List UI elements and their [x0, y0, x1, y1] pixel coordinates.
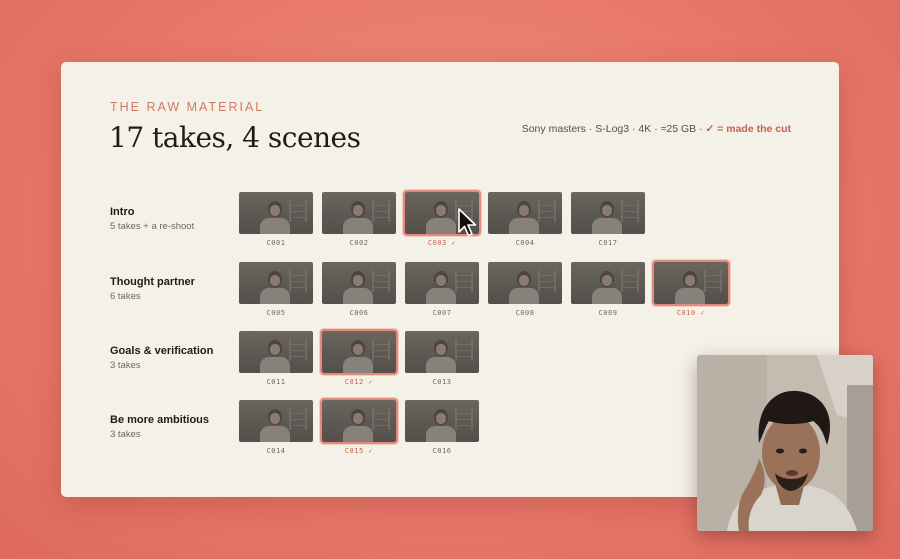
presenter-video: [697, 355, 873, 531]
scene-label: Intro 5 takes + a re-shoot: [110, 206, 194, 232]
clip-code: C002: [349, 239, 369, 247]
scene-name: Be more ambitious: [110, 414, 210, 426]
scene-take-count: 5 takes + a re-shoot: [110, 221, 195, 232]
clip-preview[interactable]: [405, 262, 479, 304]
clip-thumbnail[interactable]: C014: [239, 400, 313, 455]
clip-code: C004: [515, 239, 535, 247]
clip-code: C001: [266, 239, 286, 247]
clip-preview[interactable]: [320, 398, 398, 444]
clip-thumbnail[interactable]: C015 ✓: [320, 398, 398, 455]
slide-title: 17 takes, 4 scenes: [109, 121, 361, 154]
clip-thumbnail[interactable]: C016: [405, 400, 479, 455]
clip-thumbnail[interactable]: C001: [239, 192, 313, 247]
mouse-pointer-icon: [458, 208, 477, 237]
clip-preview[interactable]: [322, 192, 396, 234]
clip-code: C009: [598, 309, 618, 317]
clip-code: C017: [598, 239, 618, 247]
scene-label: Goals & verification 3 takes: [110, 345, 213, 371]
clip-thumbnail[interactable]: C012 ✓: [320, 329, 398, 386]
scene-label: Be more ambitious 3 takes: [110, 414, 209, 440]
clip-code: C016: [432, 447, 452, 455]
clip-preview[interactable]: [320, 329, 398, 375]
clip-preview[interactable]: [571, 262, 645, 304]
clip-code: C003 ✓: [427, 239, 457, 247]
clip-preview[interactable]: [322, 262, 396, 304]
clip-code: C014: [266, 447, 286, 455]
scene-take-count: 3 takes: [110, 360, 141, 371]
clip-preview[interactable]: [239, 400, 313, 442]
scene-name: Thought partner: [110, 276, 195, 288]
clip-preview[interactable]: [239, 262, 313, 304]
clip-thumbnail[interactable]: C008: [488, 262, 562, 317]
scene-name: Intro: [110, 206, 135, 218]
clip-code: C011: [266, 378, 286, 386]
clip-code: C015 ✓: [344, 447, 374, 455]
clip-preview[interactable]: [652, 260, 730, 306]
clip-preview[interactable]: [405, 331, 479, 373]
clip-code: C007: [432, 309, 452, 317]
meta-info: Sony masters · S-Log3 · 4K · ≈25 GB ·: [521, 123, 703, 135]
clip-thumbnail[interactable]: C011: [239, 331, 313, 386]
clip-code: C012 ✓: [344, 378, 374, 386]
clip-preview[interactable]: [571, 192, 645, 234]
scene-take-count: 3 takes: [110, 429, 141, 440]
clip-code: C005: [266, 309, 286, 317]
scene-take-count: 6 takes: [110, 291, 141, 302]
clip-thumbnail[interactable]: C009: [571, 262, 645, 317]
clip-thumbnail[interactable]: C004: [488, 192, 562, 247]
clip-preview[interactable]: [488, 192, 562, 234]
clip-thumbnail[interactable]: C005: [239, 262, 313, 317]
clip-thumbnail[interactable]: C002: [322, 192, 396, 247]
webcam-overlay: [697, 355, 873, 531]
clip-code: C010 ✓: [676, 309, 706, 317]
clip-preview[interactable]: [239, 192, 313, 234]
clip-thumbnail[interactable]: C007: [405, 262, 479, 317]
scene-label: Thought partner 6 takes: [110, 276, 195, 302]
clip-thumbnail[interactable]: C013: [405, 331, 479, 386]
clip-preview[interactable]: [488, 262, 562, 304]
clip-thumbnail[interactable]: C017: [571, 192, 645, 247]
clip-preview[interactable]: [405, 400, 479, 442]
clip-thumbnail[interactable]: C010 ✓: [652, 260, 730, 317]
clip-code: C013: [432, 378, 452, 386]
slide-eyebrow: THE RAW MATERIAL: [110, 100, 265, 114]
slide-meta: Sony masters · S-Log3 · 4K · ≈25 GB · ✓ …: [522, 123, 791, 135]
clip-code: C008: [515, 309, 535, 317]
clip-thumbnail[interactable]: C006: [322, 262, 396, 317]
clip-code: C006: [349, 309, 369, 317]
clip-preview[interactable]: [239, 331, 313, 373]
scene-name: Goals & verification: [110, 345, 214, 357]
meta-cut-legend: ✓ = made the cut: [705, 123, 791, 135]
